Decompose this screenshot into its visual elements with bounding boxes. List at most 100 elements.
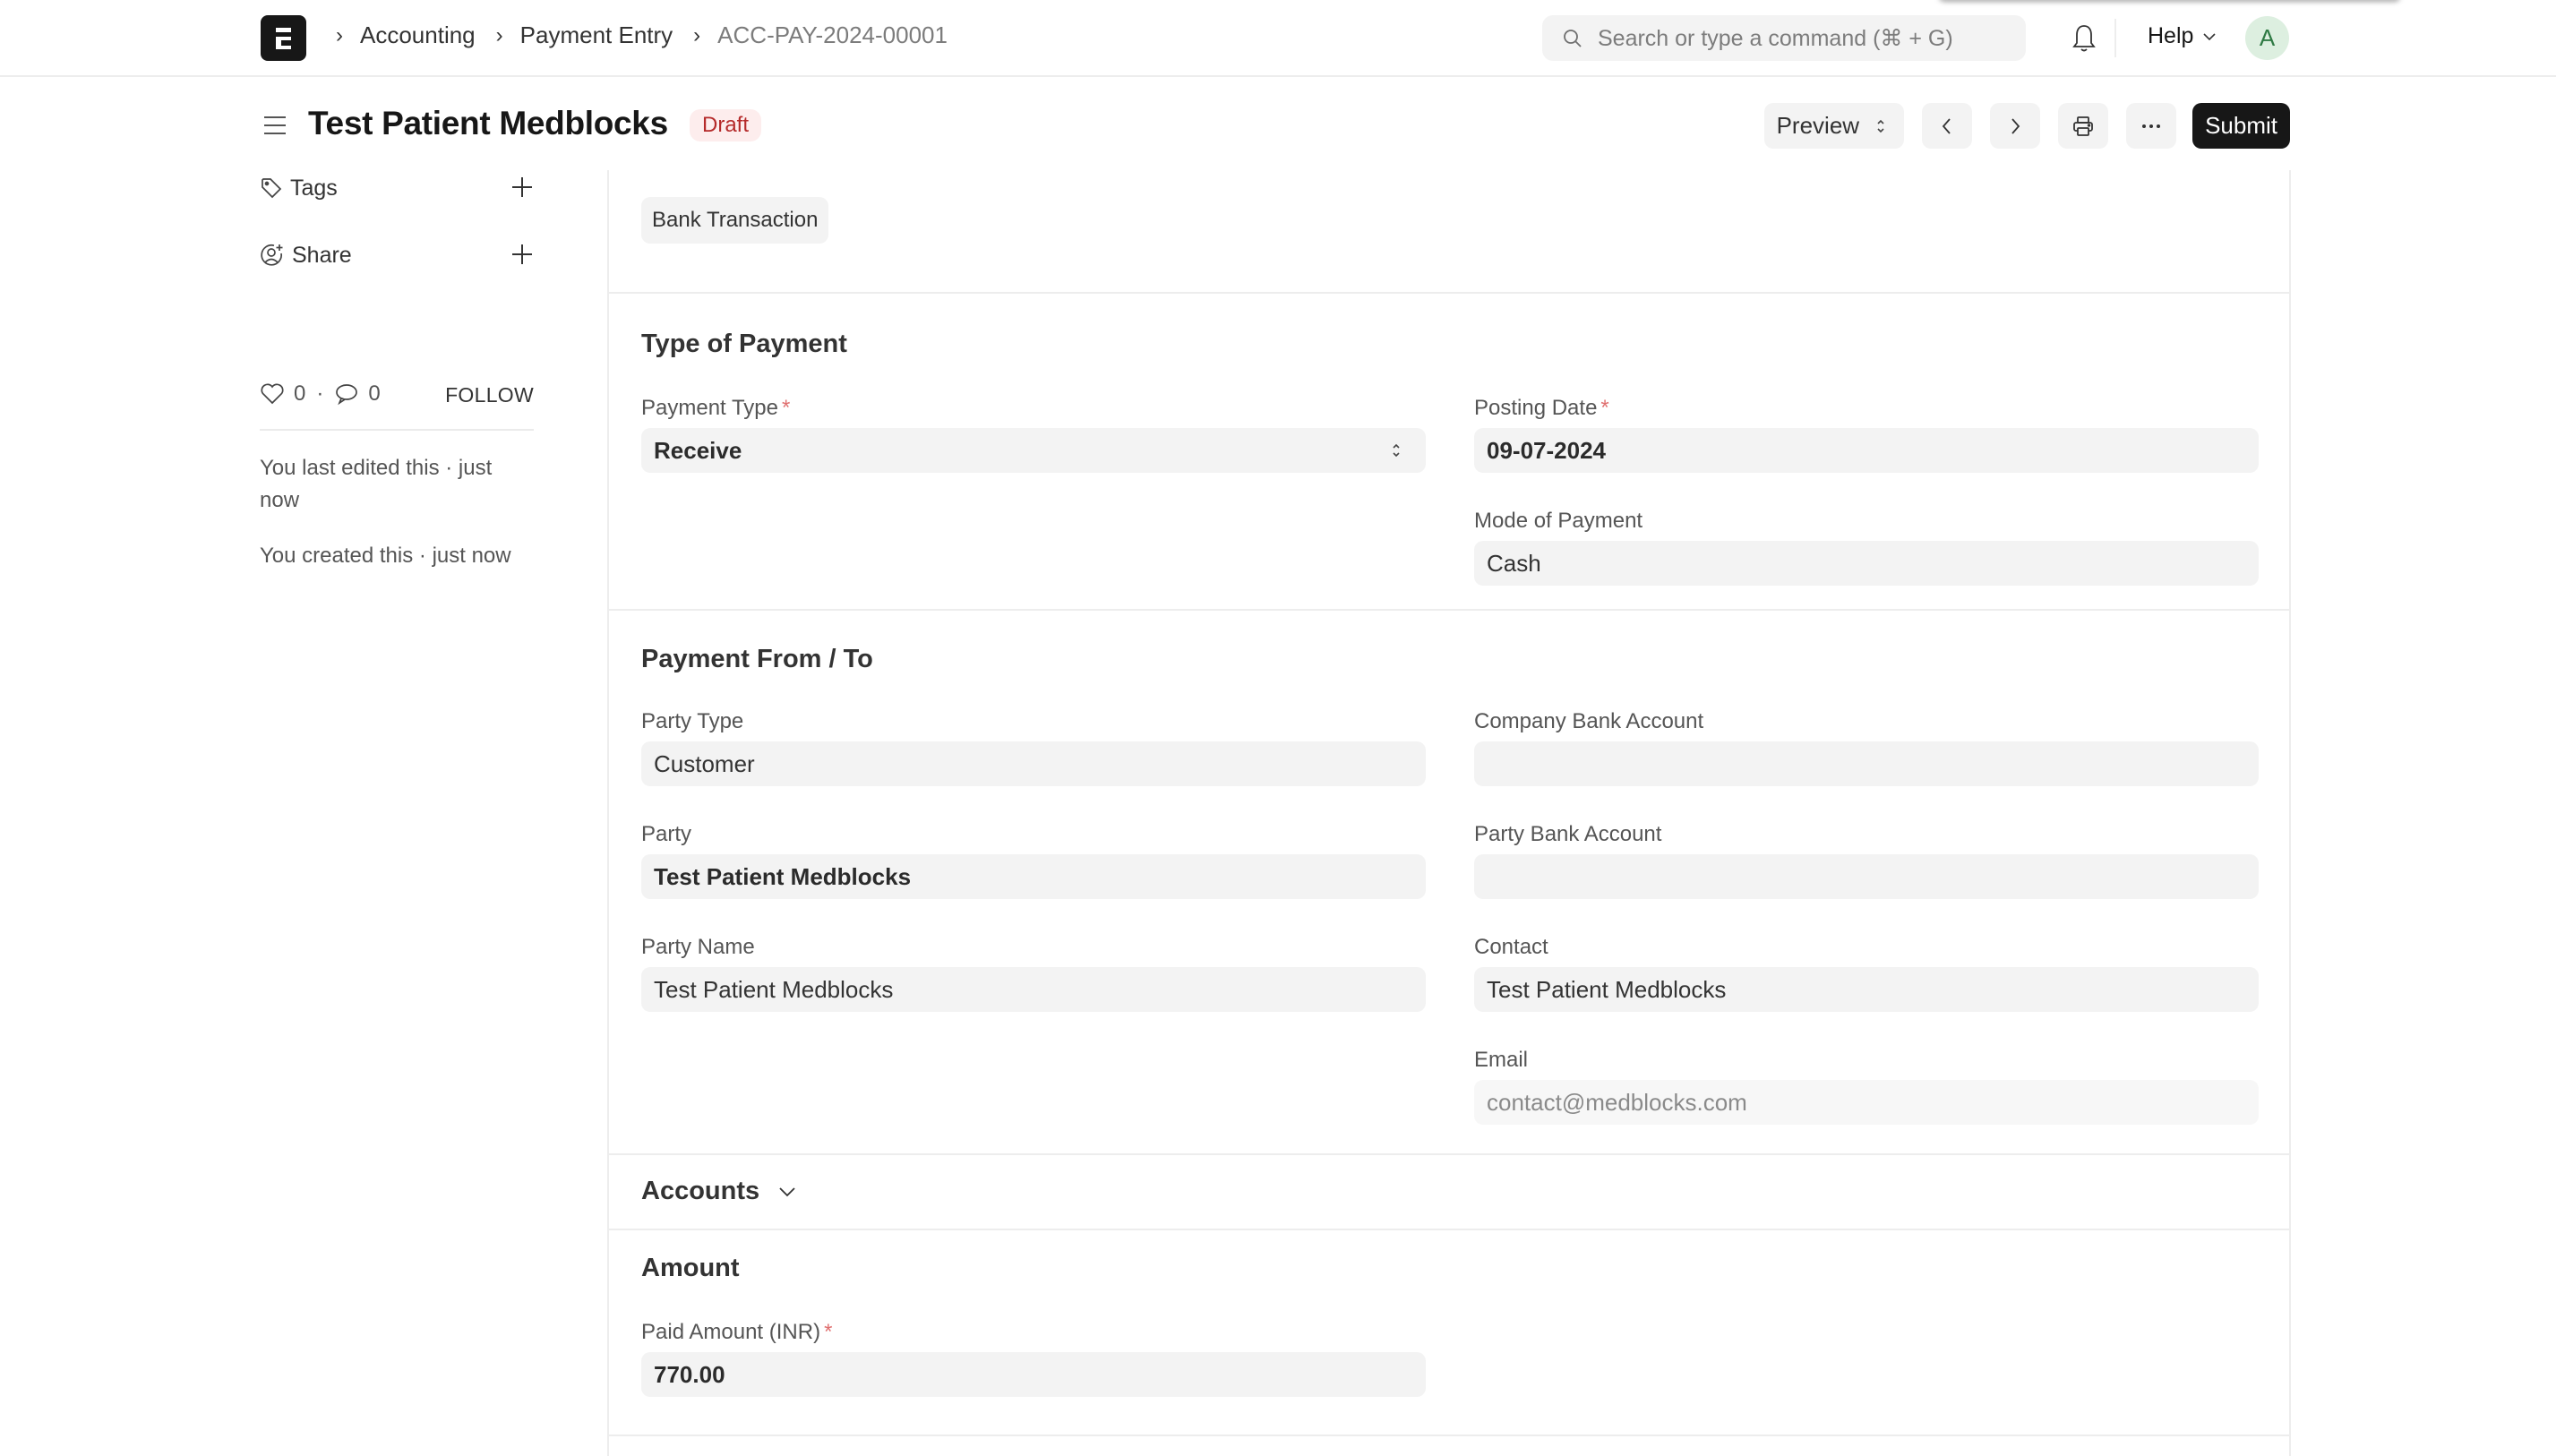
chevron-down-icon bbox=[779, 1186, 795, 1196]
app-logo[interactable] bbox=[261, 15, 306, 61]
accounts-toggle[interactable]: Accounts bbox=[641, 1177, 797, 1206]
chevron-down-icon bbox=[2203, 32, 2216, 40]
payment-type-label: Payment Type * bbox=[641, 396, 790, 421]
navbar-divider bbox=[2114, 19, 2116, 57]
page-title: Test Patient Medblocks bbox=[308, 105, 668, 141]
sidebar-divider bbox=[260, 429, 534, 431]
paid-amount-label: Paid Amount (INR) * bbox=[641, 1320, 832, 1345]
breadcrumb-payment-entry[interactable]: Payment Entry bbox=[520, 21, 673, 49]
email-label: Email bbox=[1474, 1048, 1529, 1072]
chevron-right-icon: › bbox=[495, 22, 503, 47]
contact-label: Contact bbox=[1474, 935, 1548, 959]
label-text: Payment Type bbox=[641, 396, 778, 420]
sidebar-share: Share bbox=[260, 237, 534, 273]
page-actions: Preview Submit bbox=[1763, 103, 2290, 149]
activity-created: You created this · just now bbox=[260, 544, 511, 568]
payment-type-value: Receive bbox=[654, 436, 742, 464]
share-user-icon bbox=[261, 244, 283, 266]
tags-label: Tags bbox=[290, 175, 338, 201]
sidebar-toggle-button[interactable] bbox=[263, 114, 287, 141]
logo-glyph-bottom bbox=[276, 37, 291, 49]
previous-doc-button[interactable] bbox=[1922, 103, 1973, 149]
required-marker: * bbox=[1600, 396, 1609, 420]
section-title: Type of Payment bbox=[641, 330, 847, 358]
breadcrumb-current-doc[interactable]: ACC-PAY-2024-00001 bbox=[717, 21, 948, 49]
label-text: Posting Date bbox=[1474, 396, 1598, 420]
sidebar-stats: 0 · 0 FOLLOW bbox=[260, 376, 534, 412]
party-name-input[interactable]: Test Patient Medblocks bbox=[641, 967, 1426, 1012]
party-bank-account-input[interactable] bbox=[1474, 854, 2259, 899]
search-icon bbox=[1564, 29, 1582, 47]
plus-icon bbox=[512, 177, 532, 197]
more-actions-button[interactable] bbox=[2126, 103, 2177, 149]
chevron-right-icon: › bbox=[693, 22, 701, 47]
section-type-of-payment: Type of Payment Payment Type * Receive Po… bbox=[609, 294, 2289, 611]
party-label: Party bbox=[641, 822, 692, 846]
form-sidebar: Tags Share 0 · 0 FOLLOW You last edited … bbox=[260, 170, 534, 572]
add-share-button[interactable] bbox=[510, 243, 534, 272]
select-arrows-icon bbox=[1877, 119, 1884, 133]
share-label: Share bbox=[292, 242, 352, 268]
party-type-label: Party Type bbox=[641, 709, 744, 733]
breadcrumb: › Accounting › Payment Entry › ACC-PAY-2… bbox=[326, 21, 958, 49]
payment-entry-form: Bank Transaction Type of Payment Payment… bbox=[607, 170, 2291, 1456]
chevron-right-icon bbox=[2011, 117, 2020, 134]
section-title: Amount bbox=[641, 1254, 740, 1282]
section-amount: Amount Paid Amount (INR) * 770.00 bbox=[609, 1230, 2289, 1436]
party-name-label: Party Name bbox=[641, 935, 755, 959]
party-type-input[interactable]: Customer bbox=[641, 741, 1426, 786]
contact-input[interactable]: Test Patient Medblocks bbox=[1474, 967, 2259, 1012]
posting-date-label: Posting Date * bbox=[1474, 396, 1609, 421]
plus-icon bbox=[512, 244, 532, 264]
select-arrows-icon bbox=[1393, 443, 1400, 458]
posting-date-input[interactable]: 09-07-2024 bbox=[1474, 428, 2259, 473]
print-button[interactable] bbox=[2058, 103, 2109, 149]
bell-icon bbox=[2072, 25, 2096, 52]
paid-amount-input[interactable]: 770.00 bbox=[641, 1352, 1426, 1397]
search-input[interactable]: Search or type a command (⌘ + G) bbox=[1542, 15, 2026, 61]
separator-dot: · bbox=[316, 381, 324, 406]
user-avatar[interactable]: A bbox=[2245, 16, 2289, 60]
section-bank-transaction: Bank Transaction bbox=[609, 170, 2289, 294]
label-text: Paid Amount (INR) bbox=[641, 1320, 821, 1344]
comments-count: 0 bbox=[368, 381, 381, 406]
section-payment-from-to: Payment From / To Party Type Customer Pa… bbox=[609, 611, 2289, 1155]
required-marker: * bbox=[824, 1320, 833, 1344]
required-marker: * bbox=[781, 396, 791, 420]
submit-button[interactable]: Submit bbox=[2192, 103, 2290, 149]
navbar: › Accounting › Payment Entry › ACC-PAY-2… bbox=[0, 0, 2556, 77]
notifications-button[interactable] bbox=[2071, 23, 2097, 58]
preview-label: Preview bbox=[1776, 112, 1860, 139]
chevron-right-icon: › bbox=[336, 22, 343, 47]
follow-button[interactable]: FOLLOW bbox=[445, 383, 534, 407]
sidebar-tags: Tags bbox=[260, 170, 534, 206]
add-tag-button[interactable] bbox=[510, 176, 534, 205]
help-dropdown[interactable]: Help bbox=[2148, 23, 2217, 49]
help-label: Help bbox=[2148, 23, 2194, 48]
status-badge: Draft bbox=[690, 109, 762, 141]
party-bank-account-label: Party Bank Account bbox=[1474, 822, 1662, 846]
next-doc-button[interactable] bbox=[1990, 103, 2041, 149]
ellipsis-icon bbox=[2142, 124, 2161, 128]
bank-transaction-button[interactable]: Bank Transaction bbox=[641, 197, 829, 244]
breadcrumb-accounting[interactable]: Accounting bbox=[360, 21, 476, 49]
mode-of-payment-label: Mode of Payment bbox=[1474, 509, 1643, 533]
company-bank-account-label: Company Bank Account bbox=[1474, 709, 1704, 733]
company-bank-account-input[interactable] bbox=[1474, 741, 2259, 786]
payment-type-select[interactable]: Receive bbox=[641, 428, 1426, 473]
tag-icon bbox=[262, 178, 282, 199]
comment-icon[interactable] bbox=[334, 382, 359, 406]
search-placeholder: Search or type a command (⌘ + G) bbox=[1598, 25, 1953, 51]
party-input[interactable]: Test Patient Medblocks bbox=[641, 854, 1426, 899]
activity-last-edited: You last edited this · just now bbox=[260, 456, 493, 512]
printer-icon bbox=[2073, 116, 2093, 136]
section-title: Payment From / To bbox=[641, 645, 873, 673]
hamburger-icon bbox=[264, 116, 286, 134]
section-accounts[interactable]: Accounts bbox=[609, 1155, 2289, 1230]
chevron-left-icon bbox=[1942, 117, 1951, 134]
mode-of-payment-input[interactable]: Cash bbox=[1474, 541, 2259, 586]
preview-dropdown-button[interactable]: Preview bbox=[1763, 103, 1905, 149]
likes-count: 0 bbox=[294, 381, 306, 406]
email-field: contact@medblocks.com bbox=[1474, 1080, 2259, 1125]
heart-icon[interactable] bbox=[260, 382, 285, 406]
